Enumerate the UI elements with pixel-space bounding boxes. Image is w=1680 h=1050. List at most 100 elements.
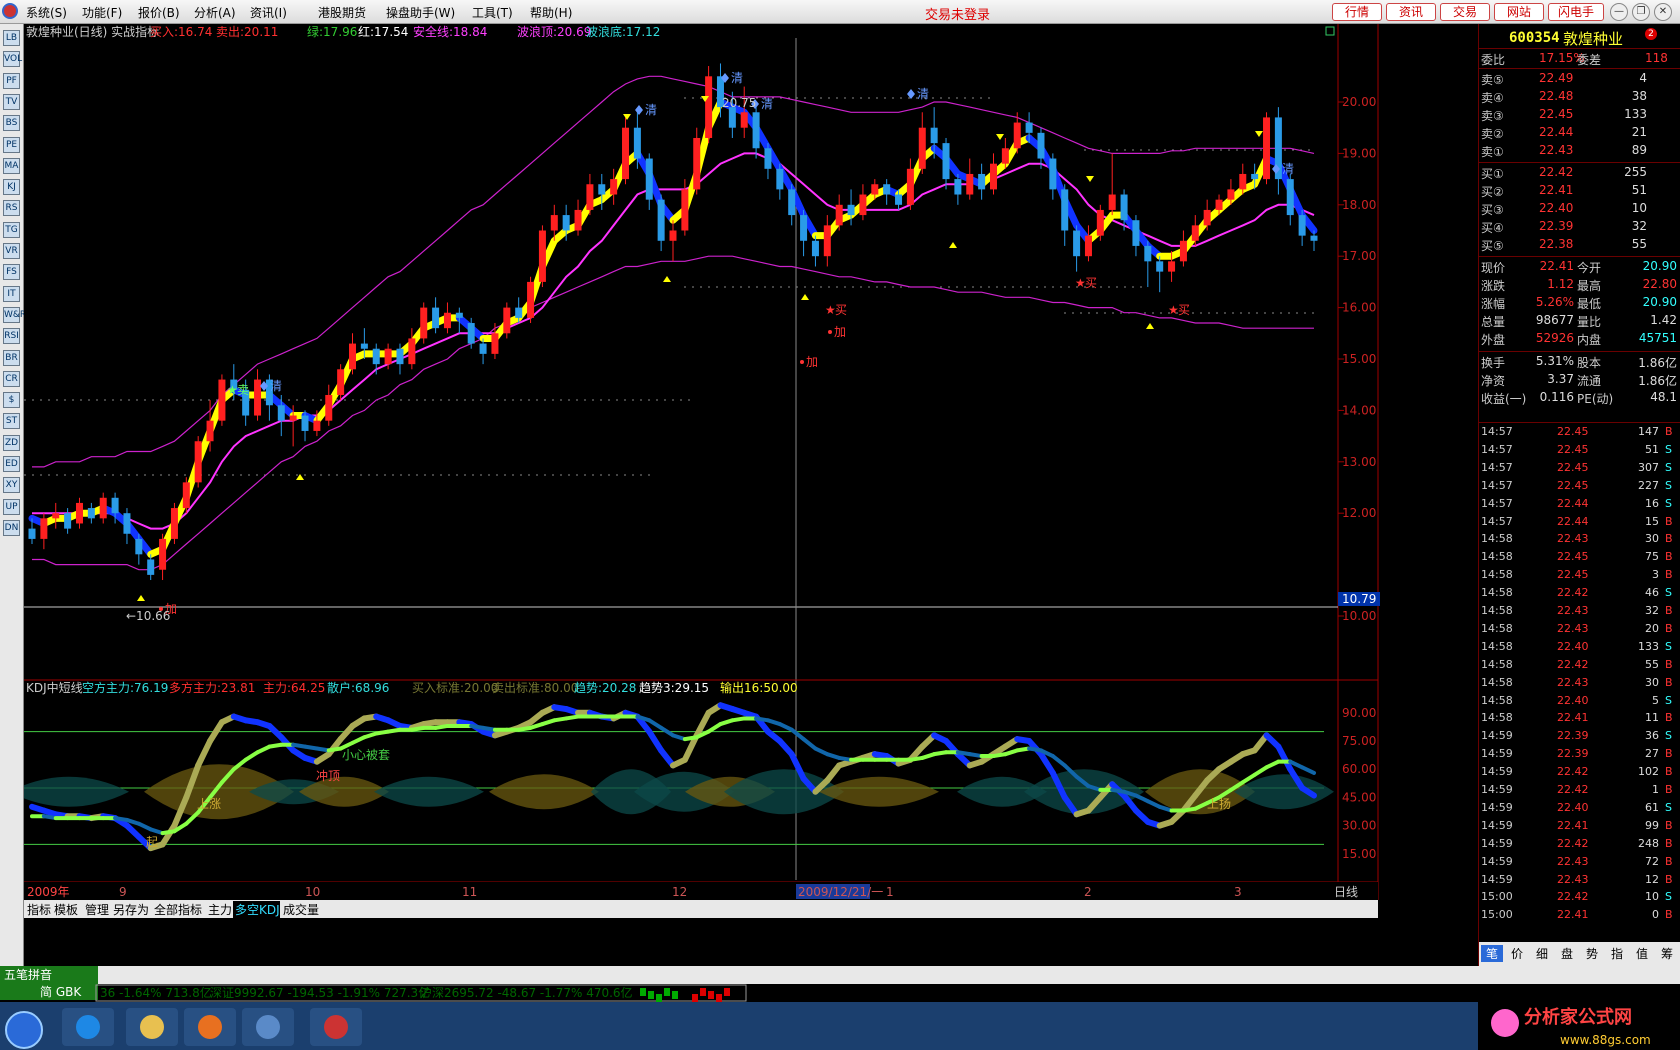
tick-time: 14:58 — [1481, 621, 1513, 635]
menu-info[interactable]: 资讯(I) — [250, 4, 287, 21]
menu-analysis[interactable]: 分析(A) — [194, 4, 236, 21]
toolbar-icon-lb[interactable]: LB — [3, 30, 20, 46]
quote-button[interactable]: 行情 — [1332, 3, 1382, 21]
panel-tab-3[interactable]: 盘 — [1556, 945, 1578, 962]
tick-price: 22.42 — [1557, 836, 1589, 850]
toolbar-icon-it[interactable]: IT — [3, 285, 20, 302]
ask-label: 卖① — [1481, 145, 1504, 159]
tick-side: B — [1665, 747, 1673, 761]
tab-5[interactable]: 主力 — [208, 903, 232, 917]
toolbar-icon-zd[interactable]: ZD — [3, 434, 20, 451]
bid-price: 22.39 — [1539, 219, 1574, 233]
candle-up — [1215, 199, 1223, 210]
indicator-value: 波浪底:17.12 — [586, 24, 660, 39]
watermark-site: 分析家公式网 — [1524, 1006, 1632, 1028]
tick-price: 22.41 — [1557, 818, 1589, 832]
menu-hk-futures[interactable]: 港股期货 — [318, 4, 366, 21]
price-tick-label: 16.00 — [1342, 301, 1376, 315]
stat-label: 外盘 — [1481, 333, 1506, 347]
candle-down — [978, 173, 986, 190]
trade-button[interactable]: 交易 — [1440, 3, 1490, 21]
tick-side: B — [1665, 836, 1673, 850]
period-label[interactable]: 日线 — [1334, 885, 1358, 899]
window-icon[interactable] — [256, 1015, 280, 1039]
candle-up — [337, 369, 345, 395]
toolbar-icon-pe[interactable]: PE — [3, 136, 20, 153]
candle-down — [764, 148, 772, 169]
toolbar-icon-tg[interactable]: TG — [3, 221, 20, 238]
menu-tools[interactable]: 工具(T) — [472, 4, 513, 21]
media-player-icon[interactable] — [198, 1015, 222, 1039]
ask-price: 22.48 — [1539, 89, 1574, 103]
menu-help[interactable]: 帮助(H) — [530, 4, 572, 21]
toolbar-icon-kj[interactable]: KJ — [3, 179, 20, 196]
panel-tab-0[interactable]: 笔 — [1481, 945, 1503, 962]
toolbar-icon-bs[interactable]: BS — [3, 115, 20, 132]
menu-trade-assistant[interactable]: 操盘助手(W) — [386, 4, 455, 21]
toolbar-icon-fs[interactable]: FS — [3, 264, 20, 281]
toolbar-icon-br[interactable]: BR — [3, 349, 20, 366]
panel-tab-7[interactable]: 筹 — [1656, 945, 1678, 962]
toolbar-icon-vr[interactable]: VR — [3, 243, 20, 259]
kline-chart[interactable]: 20.00 19.00 18.00 17.00 16.00 15.00 14.00 13.00… — [24, 24, 1434, 965]
toolbar-icon-tv[interactable]: TV — [3, 93, 20, 110]
tick-volume: 61 — [1645, 800, 1659, 814]
toolbar-icon-ed[interactable]: ED — [3, 456, 20, 472]
toolbar-icon-wxr[interactable]: W&R — [3, 306, 26, 323]
candle-down — [752, 112, 760, 149]
menu-function[interactable]: 功能(F) — [82, 4, 122, 21]
candle-up — [325, 394, 333, 421]
tick-volume: 102 — [1638, 765, 1659, 779]
candle-up — [1013, 122, 1021, 149]
toolbar-icon-rsi[interactable]: RSI — [3, 328, 20, 345]
candle-up — [966, 173, 974, 195]
panel-tab-2[interactable]: 细 — [1531, 945, 1553, 962]
toolbar-icon-ma[interactable]: MA — [3, 157, 20, 174]
panel-tab-1[interactable]: 价 — [1506, 945, 1528, 962]
info-button[interactable]: 资讯 — [1386, 3, 1436, 21]
menu-quote[interactable]: 报价(B) — [138, 4, 180, 21]
start-button-icon[interactable] — [5, 1011, 43, 1049]
tab-3[interactable]: 另存为 — [113, 903, 149, 917]
price-tick-label: 19.00 — [1342, 146, 1376, 160]
tab-0[interactable]: 指标 — [27, 902, 51, 917]
menu-system[interactable]: 系统(S) — [26, 4, 67, 21]
market-mini-bar — [648, 991, 654, 999]
tab-7[interactable]: 成交量 — [283, 902, 319, 917]
candle-down — [811, 240, 819, 257]
toolbar-icon-x[interactable]: $ — [3, 392, 20, 409]
trading-app-icon[interactable] — [324, 1015, 348, 1039]
toolbar-icon-xy[interactable]: XY — [3, 477, 20, 494]
minimize-icon[interactable]: — — [1610, 3, 1628, 21]
candle-up — [918, 127, 926, 169]
ime-mode[interactable]: 简 GBK — [40, 985, 82, 999]
login-status[interactable]: 交易未登录 — [925, 4, 990, 23]
restore-icon[interactable]: ❐ — [1632, 3, 1650, 21]
tab-6[interactable]: 多空KDJ — [235, 903, 280, 917]
clear-signal-label: 清 — [731, 71, 743, 85]
tab-4[interactable]: 全部指标 — [154, 902, 202, 917]
candle-down — [1049, 158, 1057, 190]
toolbar-icon-vol[interactable]: VOL — [3, 51, 22, 68]
tick-price: 22.45 — [1557, 425, 1589, 438]
panel-tab-6[interactable]: 值 — [1631, 945, 1653, 962]
tab-1[interactable]: 模板 — [54, 903, 78, 917]
ie-icon[interactable] — [76, 1015, 100, 1039]
toolbar-icon-cr[interactable]: CR — [3, 370, 20, 387]
toolbar-icon-rs[interactable]: RS — [3, 200, 20, 217]
candle-up — [1168, 261, 1176, 272]
kdj-annotation: 上扬 — [1207, 796, 1231, 811]
toolbar-icon-st[interactable]: ST — [3, 413, 20, 430]
panel-tab-4[interactable]: 势 — [1581, 945, 1603, 962]
tab-2[interactable]: 管理 — [85, 902, 109, 917]
toolbar-icon-up[interactable]: UP — [3, 498, 20, 515]
panel-tab-5[interactable]: 指 — [1606, 945, 1628, 962]
ime-name[interactable]: 五笔拼音 — [4, 967, 52, 982]
toolbar-icon-pf[interactable]: PF — [3, 72, 20, 89]
website-button[interactable]: 网站 — [1494, 3, 1544, 21]
folder-icon[interactable] — [140, 1015, 164, 1039]
toolbar-icon-dn[interactable]: DN — [3, 519, 20, 536]
close-icon[interactable]: ✕ — [1654, 3, 1672, 21]
flash-trade-button[interactable]: 闪电手 — [1548, 3, 1604, 21]
bid-price: 22.40 — [1539, 201, 1574, 215]
